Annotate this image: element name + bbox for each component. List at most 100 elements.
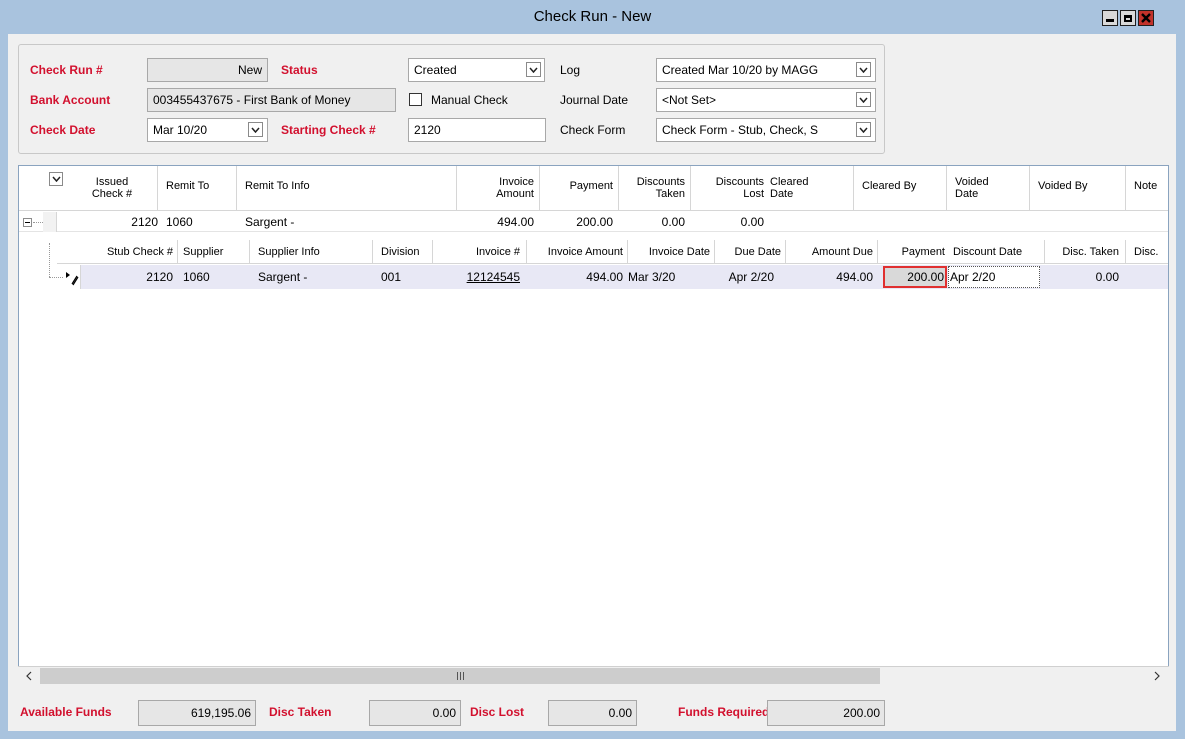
- chevron-down-icon: [529, 67, 538, 73]
- scroll-thumb[interactable]: [40, 668, 880, 684]
- sub-col-supplier-info[interactable]: Supplier Info: [258, 246, 320, 258]
- chevron-down-icon: [51, 176, 61, 182]
- sub-row-disc-taken: 0.00: [1095, 270, 1119, 284]
- log-field[interactable]: Created Mar 10/20 by MAGG: [656, 58, 876, 82]
- scroll-left-button[interactable]: [20, 667, 38, 685]
- journal-date-field[interactable]: <Not Set>: [656, 88, 876, 112]
- col-voided-by[interactable]: Voided By: [1038, 180, 1088, 192]
- chevron-right-icon: [1154, 671, 1160, 681]
- disc-lost-value: 0.00: [548, 700, 637, 726]
- scroll-right-button[interactable]: [1148, 667, 1166, 685]
- sub-col-supplier[interactable]: Supplier: [183, 246, 223, 258]
- available-funds-value: 619,195.06: [138, 700, 256, 726]
- col-divider: [432, 240, 433, 264]
- col-divider: [456, 166, 457, 211]
- col-divider: [236, 166, 237, 211]
- bank-account-field: 003455437675 - First Bank of Money: [147, 88, 396, 112]
- sub-col-payment[interactable]: Payment: [878, 246, 945, 258]
- row-remit-to: 1060: [166, 215, 193, 229]
- journal-date-label: Journal Date: [560, 93, 629, 107]
- sub-col-invoice-no[interactable]: Invoice #: [436, 246, 520, 258]
- col-remit-to[interactable]: Remit To: [166, 180, 209, 192]
- sub-col-discount-date[interactable]: Discount Date: [953, 246, 1022, 258]
- edit-pencil-icon: [66, 272, 79, 286]
- col-discounts-taken[interactable]: Discounts Taken: [619, 173, 685, 203]
- col-invoice-amount-line1: Invoice: [499, 176, 534, 188]
- col-cleared-date[interactable]: Cleared Date: [770, 173, 809, 203]
- minimize-button[interactable]: [1102, 10, 1118, 26]
- minus-icon: [25, 222, 30, 223]
- invoice-link[interactable]: 12124545: [436, 268, 520, 286]
- collapse-button[interactable]: [23, 218, 32, 227]
- col-issued-check[interactable]: Issued Check #: [72, 173, 152, 203]
- col-discounts-taken-line1: Discounts: [636, 176, 685, 188]
- log-value: Created Mar 10/20 by MAGG: [662, 63, 819, 77]
- bank-account-label: Bank Account: [30, 93, 111, 107]
- col-divider: [372, 240, 373, 264]
- sub-col-division[interactable]: Division: [381, 246, 420, 258]
- col-discounts-lost-line1: Discounts: [715, 176, 764, 188]
- tree-line: [33, 222, 43, 223]
- col-discounts-taken-line2: Taken: [655, 188, 685, 200]
- close-button[interactable]: [1138, 10, 1154, 26]
- check-run-field: New: [147, 58, 268, 82]
- journal-date-dropdown-button[interactable]: [856, 92, 871, 107]
- col-divider: [946, 166, 947, 211]
- manual-check-checkbox[interactable]: [409, 93, 422, 106]
- row-issued-check: 2120: [131, 215, 158, 229]
- sub-col-disc-taken[interactable]: Disc. Taken: [1045, 246, 1119, 258]
- col-divider: [1125, 240, 1126, 264]
- sub-col-invoice-date[interactable]: Invoice Date: [628, 246, 710, 258]
- row-discounts-lost: 0.00: [740, 215, 764, 229]
- col-cleared-date-line2: Date: [770, 188, 794, 200]
- status-dropdown-button[interactable]: [526, 62, 541, 77]
- col-discounts-lost-line2: Lost: [743, 188, 764, 200]
- sub-row-payment[interactable]: 200.00: [885, 268, 944, 286]
- sub-row-stub-check: 2120: [146, 270, 173, 284]
- check-run-label: Check Run #: [30, 63, 103, 77]
- col-note[interactable]: Note: [1134, 180, 1157, 192]
- col-voided-date[interactable]: Voided Date: [955, 173, 989, 203]
- log-dropdown-button[interactable]: [856, 62, 871, 77]
- log-label: Log: [560, 63, 581, 77]
- row-invoice-amount: 494.00: [497, 215, 534, 229]
- column-chooser-button[interactable]: [49, 172, 63, 186]
- starting-check-field[interactable]: 2120: [408, 118, 546, 142]
- col-cleared-by[interactable]: Cleared By: [862, 180, 916, 192]
- tree-line: [49, 243, 50, 277]
- sub-row-division: 001: [381, 270, 402, 284]
- sub-col-invoice-amount[interactable]: Invoice Amount: [527, 246, 623, 258]
- check-form-label: Check Form: [560, 123, 626, 137]
- starting-check-value: 2120: [414, 123, 441, 137]
- row-selector[interactable]: [63, 265, 81, 289]
- sub-row-invoice-amount: 494.00: [586, 270, 623, 284]
- sub-row-due-date: Apr 2/20: [728, 270, 774, 284]
- check-form-field[interactable]: Check Form - Stub, Check, S: [656, 118, 876, 142]
- col-remit-to-info[interactable]: Remit To Info: [245, 180, 310, 192]
- status-value: Created: [414, 63, 457, 77]
- maximize-button[interactable]: [1120, 10, 1136, 26]
- col-invoice-amount[interactable]: Invoice Amount: [460, 173, 534, 203]
- status-dropdown[interactable]: Created: [408, 58, 545, 82]
- col-voided-date-line2: Date: [955, 188, 979, 200]
- col-divider: [1029, 166, 1030, 211]
- disc-taken-value: 0.00: [369, 700, 461, 726]
- chevron-down-icon: [251, 127, 260, 133]
- chevron-down-icon: [859, 127, 868, 133]
- disc-lost-label: Disc Lost: [470, 705, 525, 719]
- sub-col-disc-more[interactable]: Disc.: [1134, 246, 1158, 258]
- sub-col-stub-check[interactable]: Stub Check #: [60, 246, 173, 258]
- col-divider: [853, 166, 854, 211]
- col-issued-check-line2: Check #: [91, 188, 133, 200]
- col-payment[interactable]: Payment: [540, 180, 613, 192]
- sub-col-amount-due[interactable]: Amount Due: [786, 246, 873, 258]
- sub-col-due-date[interactable]: Due Date: [715, 246, 781, 258]
- col-discounts-lost[interactable]: Discounts Lost: [691, 173, 764, 203]
- row-discounts-taken: 0.00: [661, 215, 685, 229]
- col-divider: [1125, 166, 1126, 211]
- check-date-dropdown-button[interactable]: [248, 122, 263, 137]
- journal-date-value: <Not Set>: [662, 93, 717, 107]
- check-form-dropdown-button[interactable]: [856, 122, 871, 137]
- sub-row-discount-date: Apr 2/20: [950, 270, 996, 284]
- row-selector[interactable]: [43, 212, 57, 232]
